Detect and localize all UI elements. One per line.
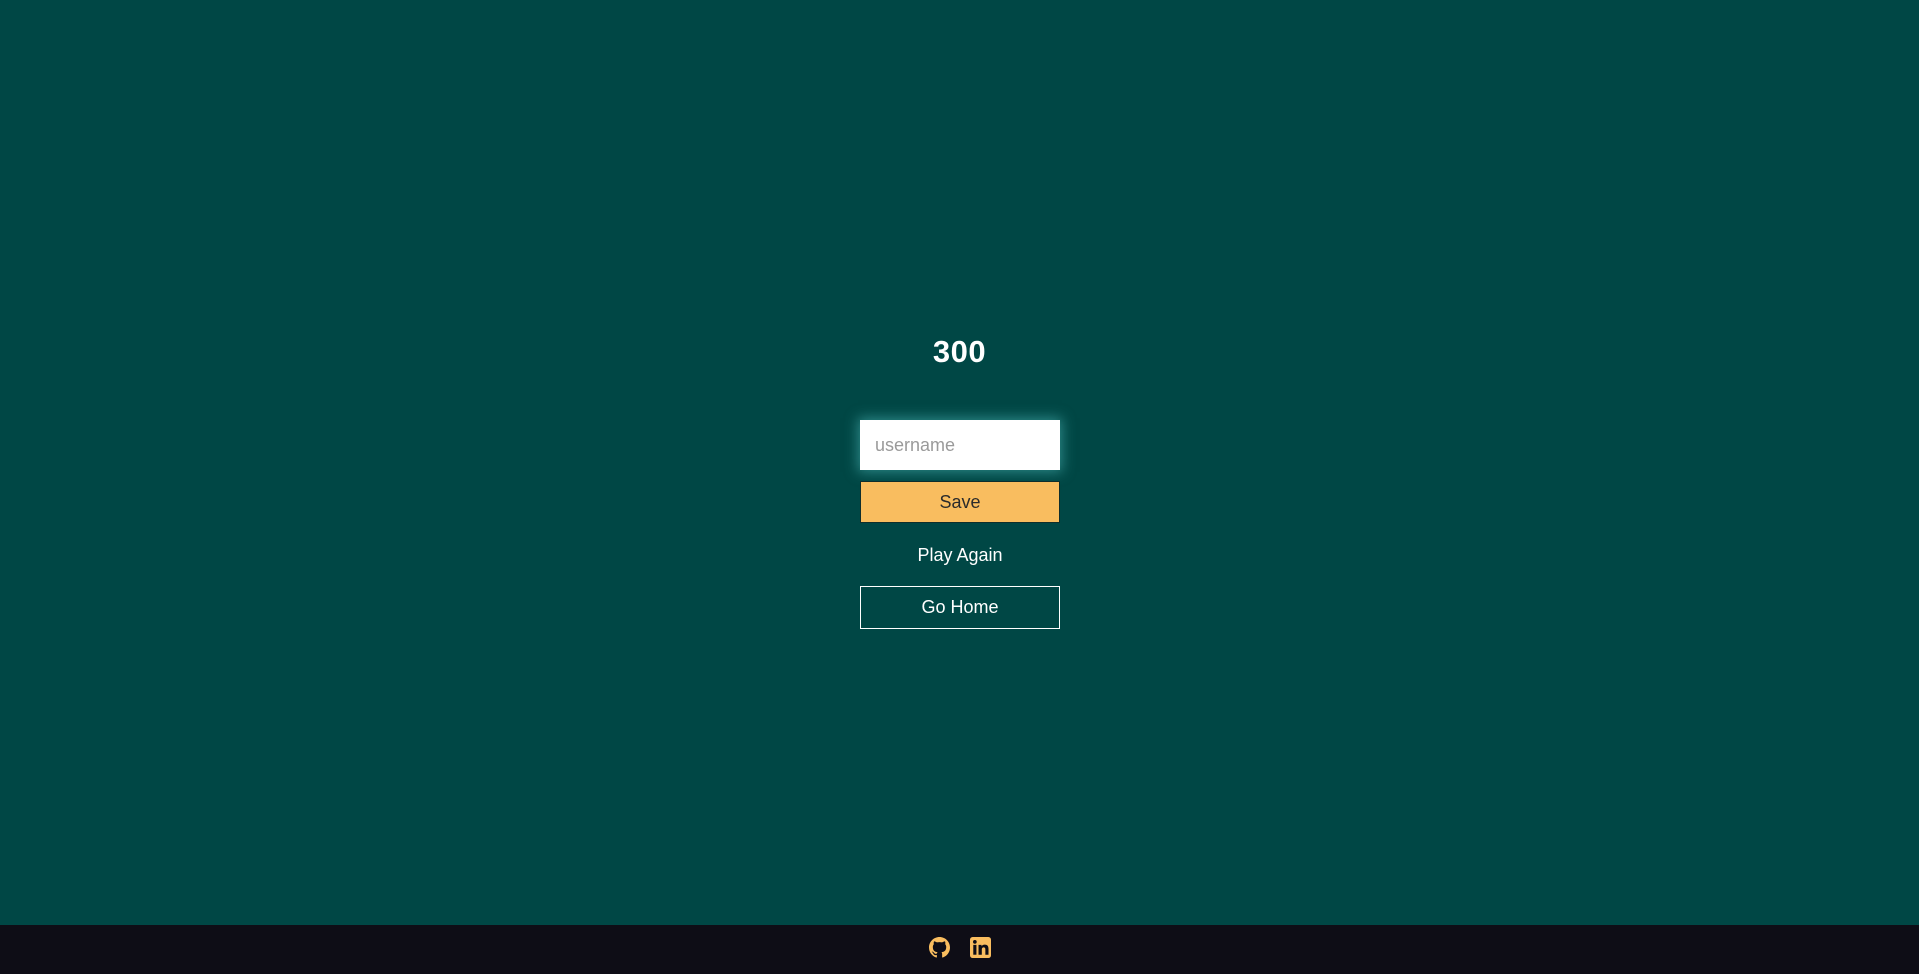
username-input[interactable] [860,420,1060,470]
github-icon[interactable] [929,937,950,958]
game-over-screen: 300 Save Play Again Go Home [0,0,1919,925]
linkedin-icon[interactable] [970,937,991,958]
play-again-link[interactable]: Play Again [860,541,1060,569]
final-score: 300 [932,334,987,369]
save-score-form: Save Play Again Go Home [860,420,1060,629]
go-home-button[interactable]: Go Home [860,586,1060,629]
footer [0,925,1919,974]
save-button[interactable]: Save [860,481,1060,523]
social-links [929,937,991,958]
